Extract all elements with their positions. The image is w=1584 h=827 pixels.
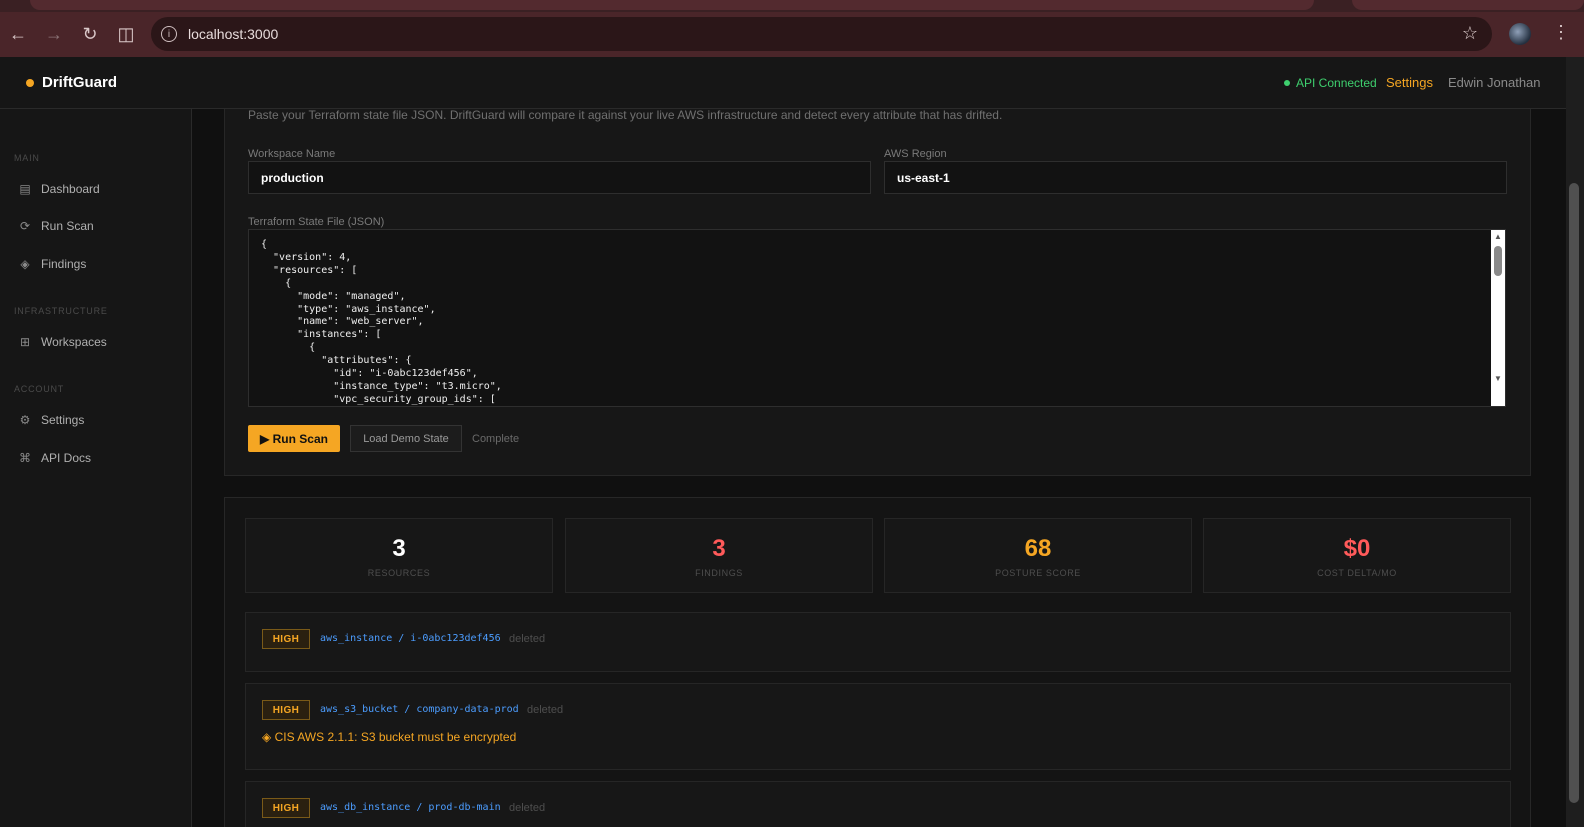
stat-value: 3	[392, 535, 406, 562]
scan-form-panel: Paste your Terraform state file JSON. Dr…	[224, 109, 1531, 476]
stat-label: COST DELTA/MO	[1317, 568, 1397, 578]
sidebar-item-workspaces[interactable]: ⊞ Workspaces	[0, 327, 191, 357]
load-demo-button[interactable]: Load Demo State	[350, 425, 462, 452]
header-settings-link[interactable]: Settings	[1386, 75, 1433, 90]
resource-link[interactable]: aws_instance / i-0abc123def456	[320, 633, 501, 644]
table-icon: ⊞	[19, 335, 31, 349]
resource-link[interactable]: aws_db_instance / prod-db-main	[320, 802, 501, 813]
workspace-label: Workspace Name	[248, 148, 336, 160]
resource-state: deleted	[509, 633, 546, 645]
reload-icon[interactable]: ↻	[72, 17, 108, 53]
region-input[interactable]: us-east-1	[884, 161, 1507, 194]
state-file-label: Terraform State File (JSON)	[248, 216, 385, 228]
sidebar-item-label: Workspaces	[41, 335, 107, 349]
stat-card-posture: 68 POSTURE SCORE	[884, 518, 1192, 593]
brand-logo[interactable]: DriftGuard	[42, 74, 117, 91]
severity-badge: HIGH	[262, 798, 310, 818]
page-scrollbar[interactable]	[1566, 57, 1584, 827]
refresh-icon: ⟳	[19, 219, 31, 233]
state-file-content[interactable]: { "version": 4, "resources": [ { "mode":…	[249, 230, 1505, 406]
sidebar-section-title: MAIN	[14, 153, 40, 163]
workspace-input[interactable]: production	[248, 161, 871, 194]
stat-value: 3	[712, 535, 726, 562]
sidebar-item-label: Run Scan	[41, 219, 94, 233]
results-panel: 3 RESOURCES 3 FINDINGS 68 POSTURE SCORE …	[224, 497, 1531, 827]
sidebar-item-label: Dashboard	[41, 182, 100, 196]
finding-card[interactable]: HIGH aws_db_instance / prod-db-main dele…	[245, 781, 1511, 827]
stat-label: POSTURE SCORE	[995, 568, 1081, 578]
state-file-textarea[interactable]: { "version": 4, "resources": [ { "mode":…	[248, 229, 1506, 407]
sidebar-item-label: Findings	[41, 257, 87, 271]
stat-value: $0	[1343, 535, 1371, 562]
finding-card[interactable]: HIGH aws_s3_bucket / company-data-prod d…	[245, 683, 1511, 770]
kebab-menu-icon[interactable]: ⋮	[1552, 22, 1570, 43]
api-status: API Connected	[1296, 76, 1377, 90]
run-scan-button[interactable]: ▶ Run Scan	[248, 425, 340, 452]
forward-icon[interactable]: →	[36, 17, 72, 53]
resource-state: deleted	[509, 802, 546, 814]
scan-intro-text: Paste your Terraform state file JSON. Dr…	[248, 109, 1003, 122]
url-text[interactable]: localhost:3000	[188, 26, 278, 42]
site-info-icon[interactable]: i	[161, 26, 177, 42]
scan-status: Complete	[472, 433, 520, 445]
scroll-up-icon[interactable]: ▲	[1494, 232, 1502, 241]
stat-card-resources: 3 RESOURCES	[245, 518, 553, 593]
split-view-icon[interactable]: ◫	[108, 17, 144, 53]
stat-card-findings: 3 FINDINGS	[565, 518, 873, 593]
back-icon[interactable]: ←	[0, 17, 36, 53]
sidebar-section-title: ACCOUNT	[14, 384, 65, 394]
user-name[interactable]: Edwin Jonathan	[1448, 75, 1541, 90]
sidebar-item-settings[interactable]: ⚙ Settings	[0, 405, 191, 435]
resource-state: deleted	[527, 704, 564, 716]
textarea-scrollbar[interactable]: ▲ ▼	[1491, 230, 1505, 406]
browser-tab-strip	[0, 0, 1584, 12]
region-label: AWS Region	[884, 148, 947, 160]
brand-dot-icon	[26, 79, 34, 87]
sidebar-item-label: API Docs	[41, 451, 92, 465]
command-icon: ⌘	[19, 451, 31, 465]
scroll-down-icon[interactable]: ▼	[1494, 374, 1502, 383]
browser-tab[interactable]	[30, 0, 1314, 10]
sidebar-section-title: INFRASTRUCTURE	[14, 306, 108, 316]
sidebar-item-api-docs[interactable]: ⌘ API Docs	[0, 443, 191, 473]
sidebar-item-run-scan[interactable]: ⟳ Run Scan	[0, 211, 191, 241]
page-scrollbar-thumb[interactable]	[1569, 183, 1579, 803]
app-header: DriftGuard API Connected Settings Edwin …	[0, 57, 1566, 109]
severity-badge: HIGH	[262, 700, 310, 720]
grid-icon: ▤	[19, 182, 31, 196]
severity-badge: HIGH	[262, 629, 310, 649]
diamond-icon: ◈	[20, 257, 30, 271]
sidebar: MAIN ▤ Dashboard ⟳ Run Scan ◈ Findings I…	[0, 109, 192, 827]
stat-label: FINDINGS	[695, 568, 743, 578]
stat-label: RESOURCES	[367, 568, 431, 578]
stat-card-cost: $0 COST DELTA/MO	[1203, 518, 1511, 593]
status-dot-icon	[1284, 80, 1290, 86]
profile-avatar[interactable]	[1509, 23, 1531, 45]
stat-value: 68	[1024, 535, 1052, 562]
browser-toolbar: ← → ↻ ◫ i localhost:3000 ☆ ⋮	[0, 12, 1584, 57]
gear-icon: ⚙	[19, 413, 31, 427]
sidebar-item-findings[interactable]: ◈ Findings	[0, 249, 191, 279]
address-bar[interactable]: i localhost:3000 ☆	[151, 17, 1492, 51]
resource-link[interactable]: aws_s3_bucket / company-data-prod	[320, 704, 519, 715]
sidebar-item-label: Settings	[41, 413, 85, 427]
scrollbar-thumb[interactable]	[1494, 246, 1502, 276]
compliance-note: ◈ CIS AWS 2.1.1: S3 bucket must be encry…	[262, 730, 517, 744]
bookmark-star-icon[interactable]: ☆	[1462, 23, 1478, 44]
browser-tab[interactable]	[1352, 0, 1584, 10]
main-content: Paste your Terraform state file JSON. Dr…	[192, 109, 1566, 827]
sidebar-item-dashboard[interactable]: ▤ Dashboard	[0, 174, 191, 204]
finding-card[interactable]: HIGH aws_instance / i-0abc123def456 dele…	[245, 612, 1511, 672]
